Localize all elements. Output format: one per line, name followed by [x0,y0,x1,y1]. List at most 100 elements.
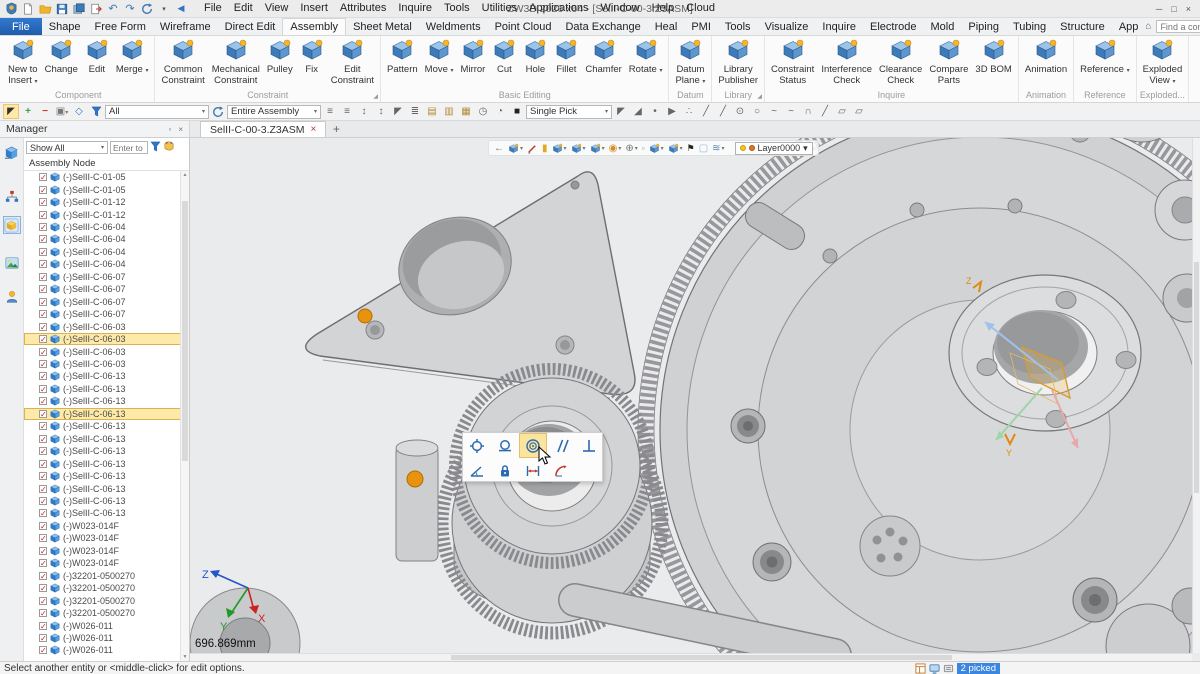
tree-row[interactable]: ✓(-)W023-014F [24,545,189,557]
tree-row[interactable]: ✓(-)SelII-C-06-13 [24,495,189,507]
tab-tubing[interactable]: Tubing [1006,18,1053,35]
tab-structure[interactable]: Structure [1053,18,1112,35]
add-select-icon[interactable]: + [20,104,36,119]
close-icon[interactable]: × [178,125,183,134]
checkbox-checked-icon[interactable]: ✓ [39,235,47,243]
tree-row[interactable]: ✓(-)SelII-C-06-07 [24,271,189,283]
checkbox-checked-icon[interactable]: ✓ [39,572,47,580]
constraint-status-button[interactable]: ConstraintStatus [768,37,817,88]
tree-row[interactable]: ✓(-)SelII-C-01-12 [24,196,189,208]
lock-constraint-icon[interactable] [491,458,519,483]
menu-applications[interactable]: Applications [523,0,594,17]
structure-manager-icon[interactable] [3,188,21,206]
save-icon[interactable] [55,2,69,16]
save-as-icon[interactable] [72,2,86,16]
tree-row[interactable]: ✓(-)SelII-C-06-13 [24,370,189,382]
tree-row[interactable]: ✓(-)SelII-C-06-03 [24,345,189,357]
tab-electrode[interactable]: Electrode [863,18,923,35]
monitor-icon[interactable] [929,663,940,674]
checkbox-checked-icon[interactable]: ✓ [39,285,47,293]
checkbox-checked-icon[interactable]: ✓ [39,198,47,206]
bearing-3[interactable] [1073,578,1117,622]
change-button[interactable]: Change [42,37,81,77]
animation-button[interactable]: Animation [1022,37,1070,77]
orange-marker-standoff[interactable] [407,471,423,487]
align-middle-icon[interactable]: ≡ [339,104,355,119]
checkbox-checked-icon[interactable]: ✓ [39,609,47,617]
scope-combo[interactable]: Entire Assembly▾ [227,105,321,119]
clearance-check-button[interactable]: ClearanceCheck [876,37,925,88]
checkbox-checked-icon[interactable]: ✓ [39,460,47,468]
edit-constraint-button[interactable]: EditConstraint [328,37,377,88]
redo-icon[interactable]: ↷ [123,2,137,16]
tab-shape[interactable]: Shape [42,18,88,35]
rule-icon[interactable] [163,140,175,155]
tree-row[interactable]: ✓(-)W023-014F [24,532,189,544]
menu-inquire[interactable]: Inquire [392,0,438,17]
scroll-down-icon[interactable]: ▼ [181,653,189,661]
tree-row[interactable]: ✓(-)SelII-C-06-04 [24,233,189,245]
pick-point-icon[interactable]: ◤ [613,104,629,119]
pinion-gear-part[interactable] [442,369,662,633]
funnel-icon[interactable] [150,141,161,155]
tree-row[interactable]: ✓(-)SelII-C-01-05 [24,171,189,183]
tab-assembly[interactable]: Assembly [282,18,346,35]
checkbox-checked-icon[interactable]: ✓ [39,534,47,542]
exploded-view-button[interactable]: ExplodedView ▾ [1140,37,1186,88]
background-icon[interactable]: ▾ [668,143,683,154]
bolt-circle-boss[interactable] [860,516,920,576]
show-filter-dropdown[interactable]: Show All▾ [26,141,108,154]
menu-help[interactable]: Help [646,0,681,17]
history-clock-icon[interactable]: ◷ [475,104,491,119]
checkbox-checked-icon[interactable]: ✓ [39,397,47,405]
reference-button[interactable]: Reference ▾ [1077,37,1133,77]
document-tab[interactable]: SelII-C-00-3.Z3ASM × [200,121,326,137]
hscroll-thumb[interactable] [451,655,952,660]
entity-filter-combo[interactable]: All▾ [105,105,209,119]
memory-icon[interactable] [943,663,954,674]
tab-direct-edit[interactable]: Direct Edit [218,18,283,35]
scroll-up-icon[interactable]: ▲ [183,172,188,178]
shaded-mode-icon[interactable]: ▾ [590,143,605,154]
tab-mold[interactable]: Mold [924,18,962,35]
pick-square-icon[interactable]: ■ [509,104,525,119]
new-tab-button[interactable]: + [326,121,346,137]
point-icon[interactable]: • [647,104,663,119]
circle-center-icon[interactable]: ⊙ [732,104,748,119]
assembly-tree-manager-icon[interactable] [3,144,21,162]
appearance-icon[interactable]: ▮ [542,143,548,154]
tab-weldments[interactable]: Weldments [419,18,488,35]
menu-insert[interactable]: Insert [294,0,334,17]
checkbox-checked-icon[interactable]: ✓ [39,385,47,393]
checkbox-checked-icon[interactable]: ✓ [39,485,47,493]
pick-box-icon[interactable]: ▣▾ [54,104,70,119]
checkbox-checked-icon[interactable]: ✓ [39,509,47,517]
common-constraint-button[interactable]: CommonConstraint [158,37,207,88]
tree-row[interactable]: ✓(-)SelII-C-06-13 [24,470,189,482]
circle-icon[interactable]: ○ [749,104,765,119]
view-orientation-icon[interactable]: ▾ [508,143,523,154]
checkbox-checked-icon[interactable]: ✓ [39,622,47,630]
hole-button[interactable]: Hole [520,37,550,77]
mdi-close-icon[interactable]: × [1186,4,1191,14]
list-view-icon[interactable]: ≣ [407,104,423,119]
paste-doc-icon[interactable]: ▥ [441,104,457,119]
flag-icon[interactable]: ⚑ [687,143,695,154]
tree-row[interactable]: ✓(-)SelII-C-06-07 [24,308,189,320]
plane-2-icon[interactable]: ▱ [851,104,867,119]
export-icon[interactable] [89,2,103,16]
tree-row[interactable]: ✓(-)W023-014F [24,557,189,569]
tree-column-header[interactable]: Assembly Node [24,156,189,171]
checkbox-checked-icon[interactable]: ✓ [39,372,47,380]
blank-box-icon[interactable]: ▢ [699,143,708,154]
checkbox-checked-icon[interactable]: ✓ [39,248,47,256]
new-file-icon[interactable] [21,2,35,16]
checkbox-checked-icon[interactable]: ✓ [39,435,47,443]
interference-check-button[interactable]: InterferenceCheck [818,37,875,88]
tab-close-icon[interactable]: × [311,124,317,135]
datum-plane-button[interactable]: DatumPlane ▾ [672,37,708,88]
pattern-button[interactable]: Pattern [384,37,421,77]
tree-row[interactable]: ✓(-)SelII-C-06-13 [24,482,189,494]
viewport-hscrollbar[interactable] [190,653,1192,661]
mdi-minimize-icon[interactable]: ─ [1156,4,1162,14]
